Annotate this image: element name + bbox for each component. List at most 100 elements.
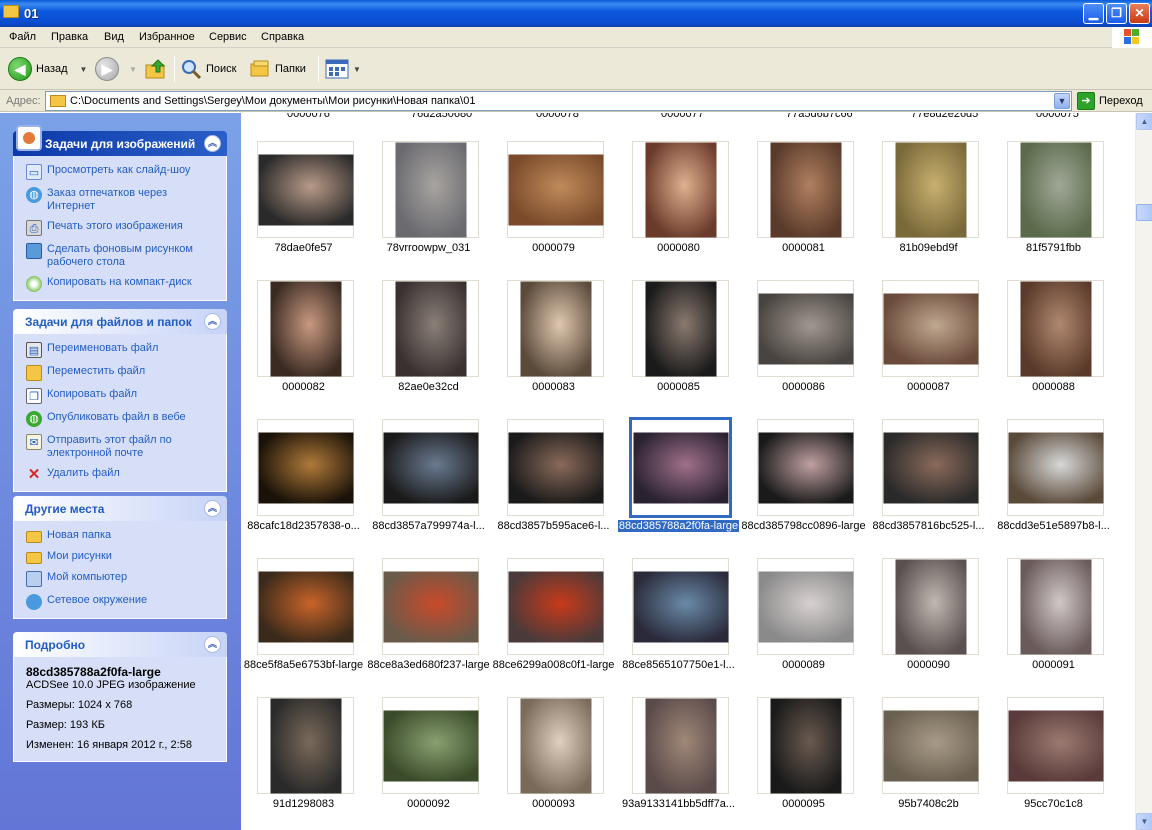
scroll-down-button[interactable]: ▼ — [1136, 813, 1152, 830]
image-tasks-header[interactable]: Задачи для изображений ︽ — [13, 125, 227, 156]
thumbnail-item[interactable]: 88cd3857b595ace6-l... — [491, 419, 613, 558]
maximize-button[interactable]: ❐ — [1106, 3, 1127, 24]
thumbnail-item[interactable]: 88cafc18d2357838-o... — [241, 419, 363, 558]
thumbnail-item[interactable]: 0000085 — [616, 280, 738, 419]
thumbnail-item[interactable]: 93a9133141bb5dff7a... — [616, 697, 738, 830]
task-slideshow[interactable]: ▭ Просмотреть как слайд-шоу — [26, 164, 216, 180]
task-rename[interactable]: ▤ Переименовать файл — [26, 342, 216, 358]
delete-icon: ✕ — [27, 466, 41, 483]
thumbnail-item[interactable]: 82ae0e32cd — [366, 280, 488, 419]
task-copy-to-cd[interactable]: Копировать на компакт-диск — [26, 276, 216, 292]
other-places-header[interactable]: Другие места ︽ — [13, 496, 227, 521]
thumbnail-item[interactable]: 88cd3857816bc525-l... — [866, 419, 988, 558]
menu-favorites[interactable]: Избранное — [139, 31, 195, 43]
task-order-prints[interactable]: ◍ Заказ отпечатков через Интернет — [26, 187, 216, 213]
other-places-body: Новая папка Мои рисунки Мой компьютер Се… — [13, 521, 227, 619]
thumbnail-item[interactable]: 0000088 — [991, 280, 1113, 419]
back-dropdown-icon[interactable]: ▼ — [80, 65, 88, 74]
thumbnail-item[interactable]: 88cd385798cc0896-large — [741, 419, 866, 558]
place-new-folder[interactable]: Новая папка — [26, 529, 216, 543]
task-email[interactable]: ✉ Отправить этот файл по электронной поч… — [26, 434, 216, 460]
thumbnail-item[interactable]: 88ce8a3ed680f237-large — [366, 558, 490, 697]
forward-dropdown-icon[interactable]: ▼ — [129, 65, 137, 74]
collapse-icon[interactable]: ︽ — [204, 313, 221, 330]
views-dropdown-icon[interactable]: ▼ — [353, 65, 361, 74]
globe-icon: ◍ — [26, 187, 42, 203]
place-network[interactable]: Сетевое окружение — [26, 594, 216, 610]
address-dropdown-button[interactable]: ▼ — [1054, 93, 1070, 109]
close-button[interactable]: ✕ — [1129, 3, 1150, 24]
forward-button[interactable]: ▶ ▼ — [95, 53, 137, 85]
task-publish[interactable]: ◍ Опубликовать файл в вебе — [26, 411, 216, 427]
menu-view[interactable]: Вид — [104, 31, 124, 43]
menu-edit[interactable]: Правка — [51, 31, 88, 43]
desktop-icon — [26, 243, 42, 259]
thumbnail-image — [270, 281, 341, 376]
thumbnail-item[interactable]: 88ce6299a008c0f1-large — [491, 558, 616, 697]
thumbnail-item[interactable]: 88cd385788a2f0fa-large — [616, 417, 740, 558]
collapse-icon[interactable]: ︽ — [204, 636, 221, 653]
thumbnail-item[interactable]: 81b09ebd9f — [866, 141, 988, 280]
thumbnail-view[interactable]: 0000076 76d2a50680 0000078 0000077 77a5d… — [241, 113, 1135, 830]
scroll-thumb[interactable] — [1136, 204, 1152, 221]
scroll-up-button[interactable]: ▲ — [1136, 113, 1152, 130]
menu-tools[interactable]: Сервис — [209, 31, 247, 43]
thumbnail-frame — [382, 419, 479, 516]
go-button[interactable]: ➔ Переход — [1077, 92, 1143, 110]
collapse-icon[interactable]: ︽ — [204, 135, 221, 152]
cd-icon — [26, 276, 42, 292]
place-my-computer[interactable]: Мой компьютер — [26, 571, 216, 587]
menu-file[interactable]: Файл — [9, 31, 36, 43]
thumbnail-item[interactable]: 0000082 — [241, 280, 363, 419]
thumbnail-item[interactable]: 91d1298083 — [241, 697, 363, 830]
task-delete[interactable]: ✕ Удалить файл — [26, 467, 216, 483]
thumbnail-item[interactable]: 88ce5f8a5e6753bf-large — [241, 558, 363, 697]
title-bar[interactable]: 01 ▁ ❐ ✕ — [0, 0, 1152, 27]
thumbnail-item[interactable]: 0000086 — [741, 280, 863, 419]
thumbnail-item[interactable]: 0000079 — [491, 141, 613, 280]
menu-help[interactable]: Справка — [261, 31, 304, 43]
up-folder-button[interactable] — [144, 53, 168, 85]
minimize-button[interactable]: ▁ — [1083, 3, 1104, 24]
thumbnail-item[interactable]: 0000080 — [616, 141, 738, 280]
thumbnail-item[interactable]: 95b7408c2b — [866, 697, 988, 830]
thumbnail-item[interactable]: 78vrroowpw_031 — [366, 141, 488, 280]
thumbnail-item[interactable]: 81f5791fbb — [991, 141, 1113, 280]
thumbnail-frame — [757, 280, 854, 377]
slideshow-icon: ▭ — [26, 164, 42, 180]
place-label: Новая папка — [47, 529, 112, 541]
thumbnail-caption: 0000085 — [616, 381, 741, 393]
thumbnail-item[interactable]: 95cc70c1c8 — [991, 697, 1113, 830]
task-move[interactable]: Переместить файл — [26, 365, 216, 381]
task-set-wallpaper[interactable]: Сделать фоновым рисунком рабочего стола — [26, 243, 216, 269]
back-button[interactable]: ◀ Назад ▼ — [8, 53, 87, 85]
thumbnail-item[interactable]: 0000081 — [741, 141, 863, 280]
thumbnail-item[interactable]: 88ce8565107750e1-l... — [616, 558, 738, 697]
search-button[interactable]: Поиск — [180, 53, 236, 85]
thumbnail-item[interactable]: 0000083 — [491, 280, 613, 419]
thumbnail-item[interactable]: 0000089 — [741, 558, 863, 697]
folders-button[interactable]: Папки — [249, 53, 306, 85]
thumbnail-image — [645, 142, 716, 237]
thumbnail-frame — [1007, 558, 1104, 655]
vertical-scrollbar[interactable]: ▲ ▼ — [1135, 113, 1152, 830]
thumbnail-item[interactable]: 0000091 — [991, 558, 1113, 697]
task-print[interactable]: ⎙ Печать этого изображения — [26, 220, 216, 236]
thumbnail-item[interactable]: 0000090 — [866, 558, 988, 697]
thumbnail-item[interactable]: 0000092 — [366, 697, 488, 830]
thumbnail-item[interactable]: 0000093 — [491, 697, 613, 830]
thumbnail-item[interactable]: 88cd3857a799974a-l... — [366, 419, 488, 558]
views-button[interactable]: ▼ — [325, 53, 361, 85]
collapse-icon[interactable]: ︽ — [204, 500, 221, 517]
place-my-pictures[interactable]: Мои рисунки — [26, 550, 216, 564]
task-copy[interactable]: ❐ Копировать файл — [26, 388, 216, 404]
thumbnail-item[interactable]: 0000095 — [741, 697, 863, 830]
thumbnail-item[interactable]: 78dae0fe57 — [241, 141, 363, 280]
thumbnail-item[interactable]: 88cdd3e51e5897b8-l... — [991, 419, 1113, 558]
thumbnail-caption: 88ce6299a008c0f1-large — [491, 659, 616, 671]
thumbnail-item[interactable]: 0000087 — [866, 280, 988, 419]
file-tasks-header[interactable]: Задачи для файлов и папок ︽ — [13, 309, 227, 334]
go-arrow-icon: ➔ — [1077, 92, 1095, 110]
address-input[interactable]: C:\Documents and Settings\Sergey\Мои док… — [45, 91, 1072, 111]
details-header[interactable]: Подробно ︽ — [13, 632, 227, 657]
